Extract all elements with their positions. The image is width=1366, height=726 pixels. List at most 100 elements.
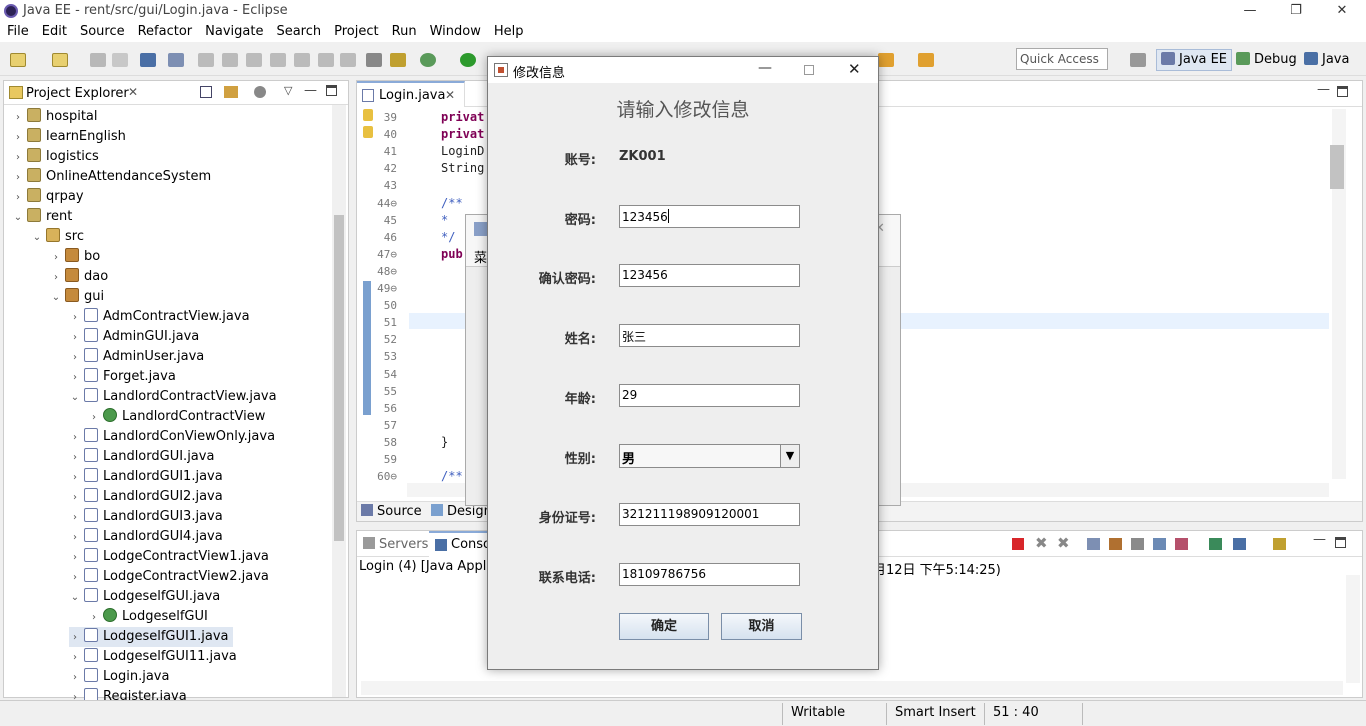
close-button[interactable]: ✕ <box>1319 0 1365 22</box>
quick-access-input[interactable]: Quick Access <box>1016 48 1108 70</box>
use-step-filters-icon[interactable] <box>390 53 406 67</box>
skip-breakpoints-icon[interactable] <box>168 53 184 67</box>
chevron-right-icon[interactable]: › <box>69 668 81 688</box>
perspective-java[interactable]: Java <box>1304 52 1349 67</box>
terminate-icon[interactable] <box>1012 538 1024 550</box>
console-tab[interactable]: Conso <box>429 531 491 557</box>
resume-icon[interactable] <box>198 53 214 67</box>
menu-navigate[interactable]: Navigate <box>198 22 269 39</box>
tree-item[interactable]: › hospital <box>12 107 98 127</box>
tree-item[interactable]: › LodgeContractView1.java <box>69 547 269 567</box>
chevron-right-icon[interactable]: › <box>69 468 81 488</box>
code-line[interactable]: privat <box>441 110 484 124</box>
minimize-button[interactable]: — <box>758 60 772 76</box>
terminate-icon[interactable] <box>246 53 262 67</box>
console-horizontal-scrollbar[interactable] <box>361 681 1343 695</box>
chevron-right-icon[interactable]: › <box>69 348 81 368</box>
chevron-right-icon[interactable]: › <box>69 628 81 648</box>
close-tab-icon[interactable]: ✕ <box>445 88 455 102</box>
display-console-icon[interactable] <box>1233 538 1246 550</box>
project-explorer-tab[interactable]: Project Explorer ✕ ▽ — <box>4 81 348 105</box>
menu-source[interactable]: Source <box>73 22 131 39</box>
maximize-button[interactable] <box>804 65 814 75</box>
chevron-down-icon[interactable]: ⌄ <box>69 388 81 408</box>
save-icon[interactable] <box>90 53 106 67</box>
chevron-right-icon[interactable]: › <box>50 268 62 288</box>
drop-frame-icon[interactable] <box>366 53 382 67</box>
tree-item[interactable]: › OnlineAttendanceSystem <box>12 167 211 187</box>
tree-item[interactable]: › LandlordGUI2.java <box>69 487 223 507</box>
chevron-right-icon[interactable]: › <box>69 308 81 328</box>
save-all-icon[interactable] <box>112 53 128 67</box>
tree-item[interactable]: › bo <box>50 247 100 267</box>
chevron-right-icon[interactable]: › <box>12 148 24 168</box>
menu-project[interactable]: Project <box>327 22 384 39</box>
code-line[interactable]: */ <box>441 230 455 244</box>
tree-item[interactable]: › LodgeselfGUI1.java <box>69 627 233 647</box>
gender-select[interactable]: 男 ▼ <box>619 444 800 468</box>
tree-item[interactable]: › LodgeselfGUI11.java <box>69 647 237 667</box>
tree-item[interactable]: › dao <box>50 267 108 287</box>
editor-tab-login[interactable]: Login.java ✕ <box>357 81 465 107</box>
text-field[interactable]: 123456 <box>619 205 800 228</box>
perspective-java-ee[interactable]: Java EE <box>1156 49 1233 71</box>
tree-item[interactable]: ⌄ gui <box>50 287 104 307</box>
chevron-right-icon[interactable]: › <box>69 488 81 508</box>
tree-item[interactable]: › learnEnglish <box>12 127 126 147</box>
tree-item[interactable]: › LandlordGUI.java <box>69 447 214 467</box>
chevron-right-icon[interactable]: › <box>12 108 24 128</box>
word-wrap-icon[interactable] <box>1131 538 1144 550</box>
restore-button[interactable]: ❐ <box>1273 0 1319 22</box>
debug-icon[interactable] <box>420 53 436 67</box>
chevron-right-icon[interactable]: › <box>12 168 24 188</box>
perspective-debug[interactable]: Debug <box>1236 52 1297 67</box>
tree-item[interactable]: › LandlordGUI3.java <box>69 507 223 527</box>
console-icon[interactable] <box>140 53 156 67</box>
menu-window[interactable]: Window <box>423 22 487 39</box>
chevron-right-icon[interactable]: › <box>50 248 62 268</box>
maximize-view-icon[interactable] <box>326 85 337 96</box>
code-line[interactable]: pub <box>441 247 463 261</box>
tree-item[interactable]: › LandlordGUI4.java <box>69 527 223 547</box>
tree-item[interactable]: › AdminUser.java <box>69 347 204 367</box>
source-tab[interactable]: Source <box>361 504 422 519</box>
pin-console-icon[interactable] <box>1209 538 1222 550</box>
minimize-view-icon[interactable]: — <box>1317 82 1330 97</box>
new-icon[interactable] <box>10 53 26 67</box>
chevron-right-icon[interactable]: › <box>12 128 24 148</box>
chevron-right-icon[interactable]: › <box>69 528 81 548</box>
show-stdout-icon[interactable] <box>1153 538 1166 550</box>
design-tab[interactable]: Design <box>431 504 492 519</box>
code-line[interactable]: /** <box>441 469 463 483</box>
tree-item[interactable]: ⌄ LandlordContractView.java <box>69 387 277 407</box>
text-field[interactable]: 张三 <box>619 324 800 347</box>
editor-scrollbar-thumb[interactable] <box>1330 145 1344 189</box>
maximize-view-icon[interactable] <box>1335 537 1346 548</box>
explorer-scrollbar-thumb[interactable] <box>334 215 344 541</box>
tree-item[interactable]: › LodgeselfGUI <box>88 607 208 627</box>
tree-item[interactable]: ⌄ src <box>31 227 84 247</box>
tree-item[interactable]: › qrpay <box>12 187 84 207</box>
tree-item[interactable]: › LodgeContractView2.java <box>69 567 269 587</box>
tree-item[interactable]: › LandlordContractView <box>88 407 265 427</box>
code-line[interactable]: privat <box>441 127 484 141</box>
tree-item[interactable]: ⌄ LodgeselfGUI.java <box>69 587 220 607</box>
code-line[interactable]: String <box>441 161 484 175</box>
tree-item[interactable]: › AdminGUI.java <box>69 327 199 347</box>
link-editor-icon[interactable] <box>224 86 238 98</box>
tree-item[interactable]: › Forget.java <box>69 367 176 387</box>
new-project-icon[interactable] <box>52 53 68 67</box>
collapse-all-icon[interactable] <box>200 86 212 98</box>
chevron-right-icon[interactable]: › <box>69 368 81 388</box>
chevron-right-icon[interactable]: › <box>12 188 24 208</box>
text-field[interactable]: 29 <box>619 384 800 407</box>
chevron-down-icon[interactable]: ▼ <box>780 445 799 467</box>
code-line[interactable]: } <box>441 435 448 449</box>
chevron-down-icon[interactable]: ⌄ <box>12 208 24 228</box>
tree-item[interactable]: › logistics <box>12 147 99 167</box>
back-icon[interactable] <box>878 53 894 67</box>
open-perspective-icon[interactable] <box>1130 53 1146 67</box>
view-menu-icon[interactable]: ▽ <box>284 84 292 97</box>
close-button[interactable]: ✕ <box>848 60 861 78</box>
run-icon[interactable] <box>460 53 476 67</box>
